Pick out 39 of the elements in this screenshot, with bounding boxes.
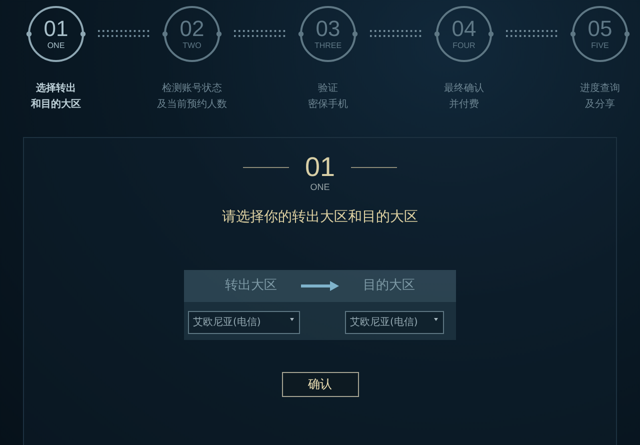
dotted-connector <box>234 30 286 38</box>
step-label: 检测账号状态 <box>162 82 222 96</box>
step-label: 及当前预约人数 <box>157 98 227 112</box>
to-region-label: 目的大区 <box>363 276 415 295</box>
step-word: TWO <box>182 42 202 50</box>
step-label: 并付费 <box>449 98 479 112</box>
step-number: 01 <box>304 154 336 181</box>
dotted-connector <box>98 30 150 38</box>
step-number: 05 <box>588 18 612 40</box>
step-label: 及分享 <box>585 98 615 112</box>
step-word: ONE <box>310 181 330 194</box>
step-label: 进度查询 <box>580 82 620 96</box>
step-word: ONE <box>47 42 65 50</box>
step-circle[interactable]: 01 ONE <box>26 4 86 64</box>
caret-icon <box>434 318 438 320</box>
dotted-connector <box>506 30 558 38</box>
step-label: 最终确认 <box>444 82 484 96</box>
to-region-select[interactable]: 艾欧尼亚(电信) <box>345 310 444 334</box>
from-region-select[interactable]: 艾欧尼亚(电信) <box>188 310 300 334</box>
step-label: 选择转出 <box>36 82 76 96</box>
step-circle[interactable]: 05 FIVE <box>570 4 630 64</box>
step-number: 04 <box>452 18 476 40</box>
step-number: 03 <box>316 18 340 40</box>
step-number: 01 <box>44 18 68 40</box>
confirm-button[interactable]: 确认 <box>282 372 358 396</box>
from-region-label: 转出大区 <box>225 276 277 295</box>
step-label: 和目的大区 <box>31 98 81 112</box>
step-number: 02 <box>180 18 204 40</box>
step-circle[interactable]: 02 TWO <box>162 4 222 64</box>
step-word: FOUR <box>452 42 476 50</box>
dotted-connector <box>370 30 422 38</box>
step-label: 密保手机 <box>308 98 348 112</box>
step-circle[interactable]: 03 THREE <box>298 4 358 64</box>
step-word: THREE <box>314 42 342 50</box>
caret-icon <box>290 318 294 320</box>
step-word: FIVE <box>591 42 609 50</box>
arrow-icon <box>301 280 339 290</box>
step-label: 验证 <box>318 82 338 96</box>
step-title: 请选择你的转出大区和目的大区 <box>222 208 418 226</box>
